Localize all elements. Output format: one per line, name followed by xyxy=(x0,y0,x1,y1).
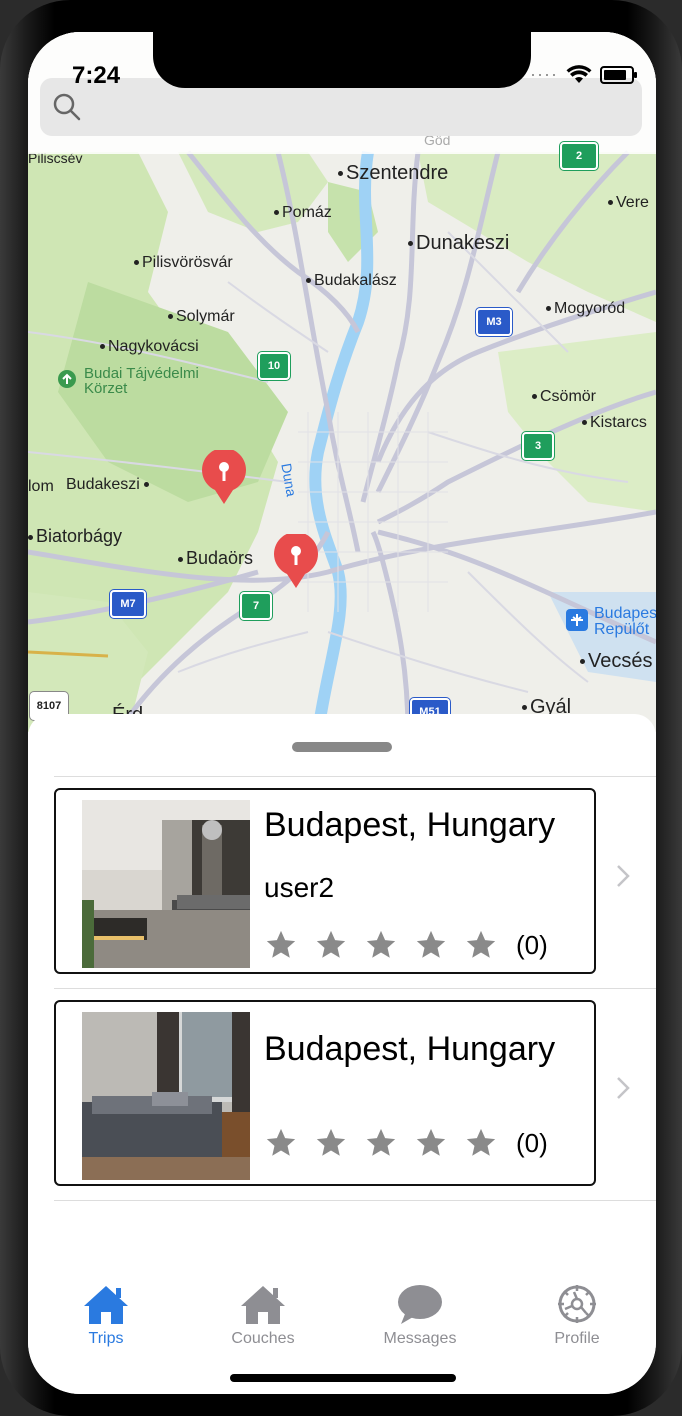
screen: 7:24 ···· Piliscsév Szentendre Pomáz Ver… xyxy=(28,32,656,1394)
tab-label: Trips xyxy=(88,1330,124,1347)
map-label: Szentendre xyxy=(338,162,448,185)
map-label: Kistarcs xyxy=(582,414,647,432)
star-icon xyxy=(316,1128,346,1156)
chat-bubble-icon xyxy=(398,1285,442,1324)
map-label: Budaörs xyxy=(178,548,253,569)
gear-icon xyxy=(558,1285,596,1323)
divider xyxy=(54,988,656,989)
divider xyxy=(54,776,656,777)
tab-label: Profile xyxy=(554,1330,600,1347)
map-label: Vecsés xyxy=(580,650,652,673)
rating-stars: (0) xyxy=(264,1126,548,1160)
highway-shield: M3 xyxy=(476,308,512,336)
star-icon xyxy=(316,930,346,958)
map-label: Vere xyxy=(608,194,649,212)
status-icons: ···· xyxy=(530,64,637,85)
chevron-right-icon xyxy=(617,1077,630,1099)
house-icon xyxy=(241,1286,285,1324)
map-label: Dunakeszi xyxy=(408,232,509,255)
notch xyxy=(153,32,531,88)
wifi-icon xyxy=(566,64,592,83)
map-label: Pilisvörösvár xyxy=(134,254,233,272)
tab-label: Messages xyxy=(383,1330,457,1347)
sheet-grabber[interactable] xyxy=(292,742,392,752)
home-indicator[interactable] xyxy=(230,1374,456,1382)
map-pin-icon[interactable] xyxy=(201,450,247,504)
trips-sheet[interactable]: Budapest, Hungary user2 (0) Budapest, Hu… xyxy=(28,714,656,1254)
rating-count: (0) xyxy=(516,1127,548,1158)
trip-user: user2 xyxy=(264,872,335,903)
highway-shield: 7 xyxy=(240,592,272,620)
star-icon xyxy=(266,1128,296,1156)
map-label: Biatorbágy xyxy=(28,526,122,547)
trip-row[interactable]: Budapest, Hungary (0) xyxy=(54,990,656,1200)
search-icon xyxy=(53,93,81,121)
tab-label: Couches xyxy=(231,1330,295,1347)
map-label: Nagykovácsi xyxy=(100,338,199,356)
map-label: Budakeszi xyxy=(66,476,152,494)
tab-bar: Trips Couches Messages Profile xyxy=(28,1254,656,1394)
tab-trips[interactable]: Trips xyxy=(46,1282,166,1348)
rating-stars: (0) xyxy=(264,928,548,962)
star-icon xyxy=(366,1128,396,1156)
map-label: Csömör xyxy=(532,388,596,406)
map-label: Solymár xyxy=(168,308,235,326)
map-label: Budai Tájvédelmi Körzet xyxy=(84,365,199,397)
map-label: Mogyoród xyxy=(546,300,625,318)
divider xyxy=(54,1200,656,1201)
star-icon xyxy=(366,930,396,958)
chevron-right-icon xyxy=(617,865,630,887)
listing-photo xyxy=(82,1012,250,1180)
star-icon xyxy=(416,1128,446,1156)
tab-profile[interactable]: Profile xyxy=(517,1282,637,1348)
house-icon xyxy=(84,1286,128,1324)
rating-count: (0) xyxy=(516,929,548,960)
listing-photo xyxy=(82,800,250,968)
trip-card[interactable]: Budapest, Hungary (0) xyxy=(54,1000,596,1186)
highway-shield: 10 xyxy=(258,352,290,380)
tab-couches[interactable]: Couches xyxy=(203,1282,323,1348)
trip-title: Budapest, Hungary xyxy=(264,1030,556,1068)
trip-card[interactable]: Budapest, Hungary user2 (0) xyxy=(54,788,596,974)
star-icon xyxy=(466,930,496,958)
highway-shield: 2 xyxy=(560,142,598,170)
signal-icon: ···· xyxy=(530,64,558,84)
trip-row[interactable]: Budapest, Hungary user2 (0) xyxy=(54,778,656,988)
highway-shield: 3 xyxy=(522,432,554,460)
status-time: 7:24 xyxy=(72,62,121,89)
star-icon xyxy=(266,930,296,958)
battery-icon xyxy=(600,65,637,84)
highway-shield: M7 xyxy=(110,590,146,618)
trip-title: Budapest, Hungary xyxy=(264,806,556,844)
tab-messages[interactable]: Messages xyxy=(360,1282,480,1348)
map-label: Budakalász xyxy=(306,272,397,290)
search-input[interactable] xyxy=(90,88,634,128)
map-label: Pomáz xyxy=(274,204,332,222)
star-icon xyxy=(466,1128,496,1156)
map-label: lom xyxy=(28,478,54,495)
star-icon xyxy=(416,930,446,958)
map-label: Budapest Repülőt xyxy=(594,606,656,638)
map-pin-icon[interactable] xyxy=(273,534,319,588)
